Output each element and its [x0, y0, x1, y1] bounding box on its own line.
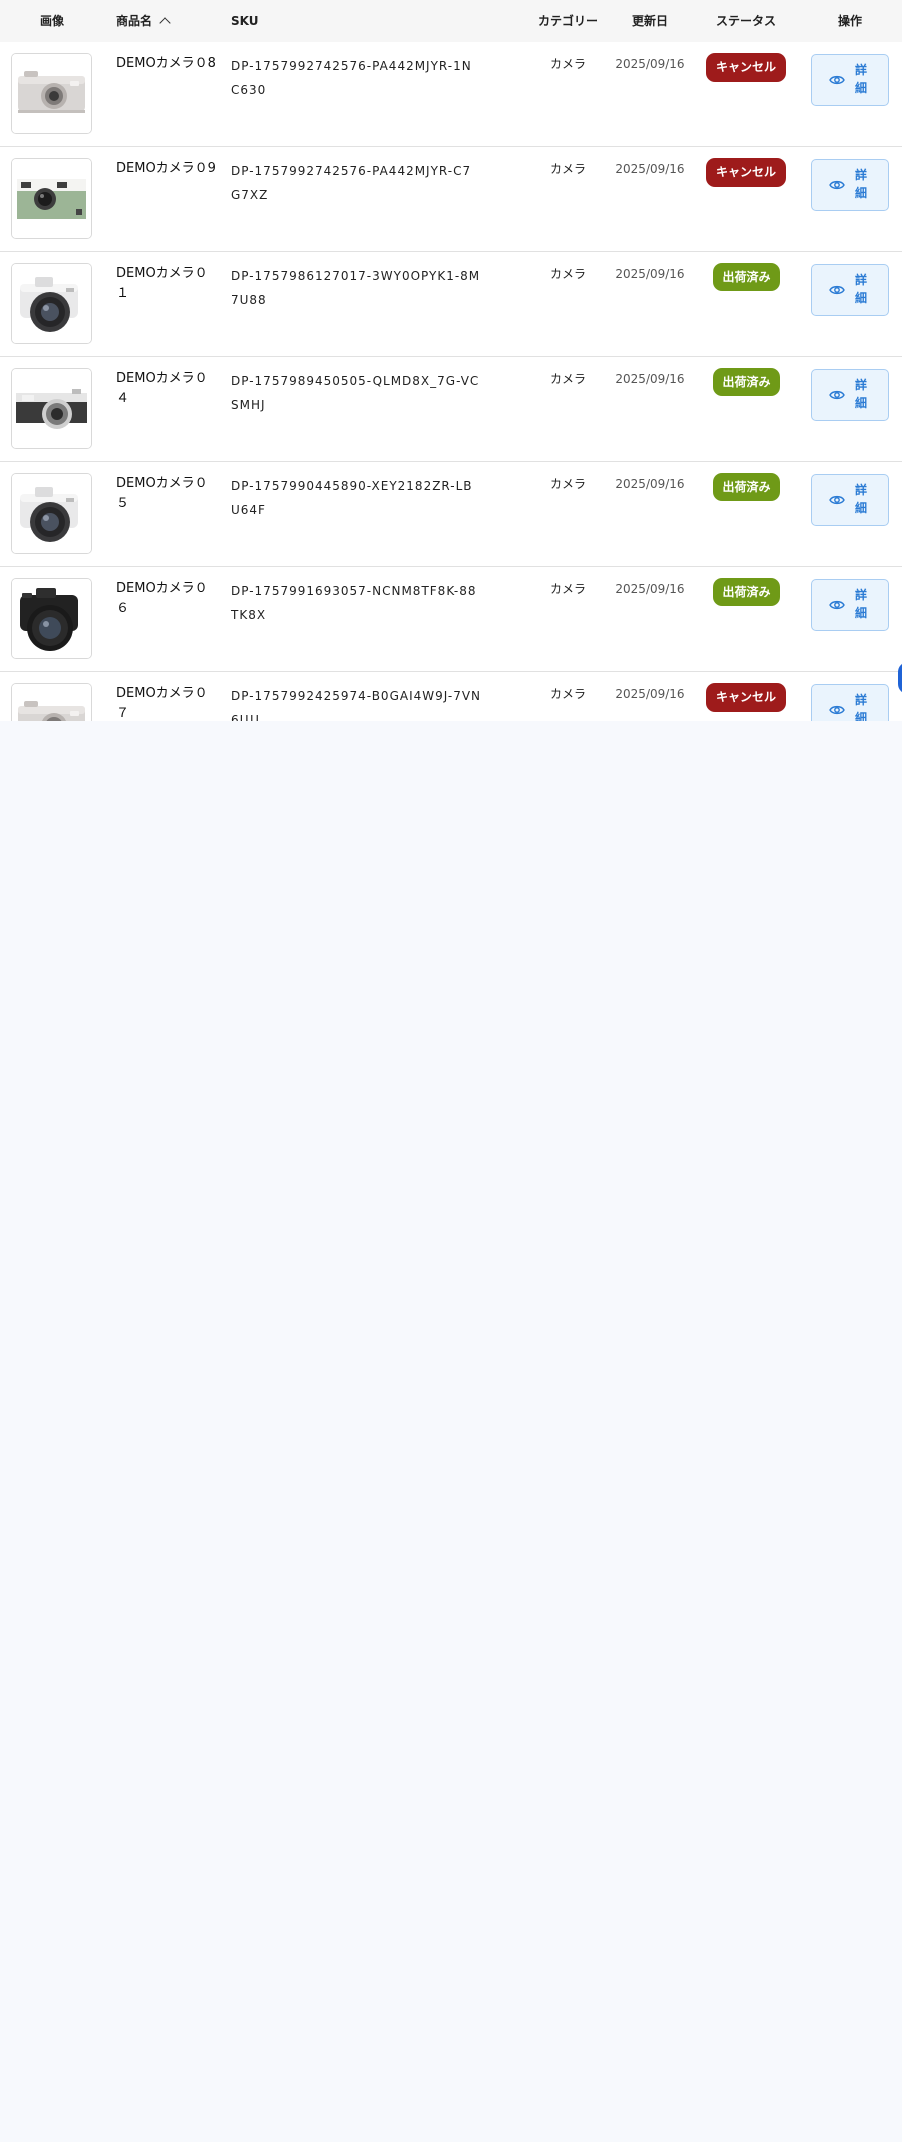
updated-date: 2025/09/16: [615, 582, 685, 596]
product-sku: DP-1757986127017-3WY0OPYK1-8M7U88: [231, 269, 481, 307]
eye-icon: [829, 75, 845, 85]
product-sku: DP-1757991693057-NCNM8TF8K-88TK8X: [231, 584, 477, 622]
status-badge: 出荷済み: [713, 473, 780, 501]
product-sku: DP-1757992742576-PA442MJYR-C7G7XZ: [231, 164, 472, 202]
column-header-category: カテゴリー: [537, 14, 598, 28]
detail-button-label: 詳細: [855, 693, 868, 721]
eye-icon: [829, 390, 845, 400]
eye-icon: [829, 495, 845, 505]
detail-button-label: 詳細: [855, 588, 868, 620]
product-name: DEMOカメラ０8: [116, 56, 216, 71]
product-name: DEMOカメラ０9: [116, 161, 216, 176]
detail-button[interactable]: 詳細: [811, 369, 889, 421]
product-name: DEMOカメラ０７: [116, 686, 208, 721]
product-thumbnail[interactable]: [11, 158, 92, 239]
camera-image: [12, 474, 91, 553]
detail-button-label: 詳細: [855, 483, 868, 515]
eye-icon: [829, 705, 845, 715]
updated-date: 2025/09/16: [615, 372, 685, 386]
column-header-sku: SKU: [231, 14, 259, 28]
detail-button[interactable]: 詳細: [811, 159, 889, 211]
table-row: DEMOカメラ０５ DP-1757990445890-XEY2182ZR-LBU6…: [0, 462, 902, 567]
column-header-image: 画像: [39, 14, 64, 28]
camera-image: [12, 159, 91, 238]
updated-date: 2025/09/16: [615, 477, 685, 491]
status-badge: キャンセル: [706, 53, 786, 82]
camera-image: [12, 579, 91, 658]
product-thumbnail[interactable]: [11, 263, 92, 344]
detail-button-label: 詳細: [855, 63, 868, 95]
product-category: カメラ: [549, 687, 586, 701]
camera-image: [12, 684, 91, 721]
detail-button[interactable]: 詳細: [811, 579, 889, 631]
table-row: DEMOカメラ０７ DP-1757992425974-B0GAI4W9J-7VN6…: [0, 672, 902, 721]
column-header-status: ステータス: [715, 14, 776, 28]
updated-date: 2025/09/16: [615, 162, 685, 176]
detail-button[interactable]: 詳細: [811, 264, 889, 316]
product-sku: DP-1757989450505-QLMD8X_7G-VCSMHJ: [231, 374, 480, 412]
table-body: DEMOカメラ０8 DP-1757992742576-PA442MJYR-1NC6…: [0, 42, 902, 721]
detail-button[interactable]: 詳細: [811, 684, 889, 721]
detail-button[interactable]: 詳細: [811, 474, 889, 526]
product-thumbnail[interactable]: [11, 53, 92, 134]
updated-date: 2025/09/16: [615, 267, 685, 281]
product-category: カメラ: [549, 267, 586, 281]
table-header: 画像 商品名 SKU カテゴリー 更新日 ステータス 操作: [0, 0, 902, 43]
status-badge: 出荷済み: [713, 263, 780, 291]
updated-date: 2025/09/16: [615, 57, 685, 71]
eye-icon: [829, 180, 845, 190]
product-category: カメラ: [549, 582, 586, 596]
product-thumbnail[interactable]: [11, 578, 92, 659]
floating-scroll-handle[interactable]: [898, 662, 902, 694]
status-badge: キャンセル: [706, 683, 786, 712]
table-row: DEMOカメラ０１ DP-1757986127017-3WY0OPYK1-8M7U…: [0, 252, 902, 357]
eye-icon: [829, 600, 845, 610]
column-header-action: 操作: [837, 14, 862, 28]
product-thumbnail[interactable]: [11, 683, 92, 721]
camera-image: [12, 54, 91, 133]
product-category: カメラ: [549, 162, 586, 176]
table-row: DEMOカメラ０8 DP-1757992742576-PA442MJYR-1NC6…: [0, 42, 902, 147]
detail-button-label: 詳細: [855, 378, 868, 410]
product-category: カメラ: [549, 477, 586, 491]
camera-image: [12, 369, 91, 448]
camera-image: [12, 264, 91, 343]
product-name: DEMOカメラ０１: [116, 266, 208, 301]
column-header-updated: 更新日: [631, 14, 668, 28]
table-row: DEMOカメラ０６ DP-1757991693057-NCNM8TF8K-88TK…: [0, 567, 902, 672]
column-header-name-label: 商品名: [116, 14, 153, 28]
status-badge: 出荷済み: [713, 578, 780, 606]
status-badge: キャンセル: [706, 158, 786, 187]
product-sku: DP-1757990445890-XEY2182ZR-LBU64F: [231, 479, 473, 517]
product-sku: DP-1757992742576-PA442MJYR-1NC630: [231, 59, 472, 97]
product-sku: DP-1757992425974-B0GAI4W9J-7VN6ЦЦ: [231, 689, 482, 721]
eye-icon: [829, 285, 845, 295]
product-category: カメラ: [549, 57, 586, 71]
product-name: DEMOカメラ０６: [116, 581, 208, 616]
detail-button[interactable]: 詳細: [811, 54, 889, 106]
table-row: DEMOカメラ０４ DP-1757989450505-QLMD8X_7G-VCSM…: [0, 357, 902, 462]
product-thumbnail[interactable]: [11, 473, 92, 554]
product-name: DEMOカメラ０４: [116, 371, 208, 406]
product-name: DEMOカメラ０５: [116, 476, 208, 511]
column-header-name[interactable]: 商品名: [116, 0, 216, 42]
product-category: カメラ: [549, 372, 586, 386]
status-badge: 出荷済み: [713, 368, 780, 396]
table-row: DEMOカメラ０9 DP-1757992742576-PA442MJYR-C7G7…: [0, 147, 902, 252]
product-thumbnail[interactable]: [11, 368, 92, 449]
updated-date: 2025/09/16: [615, 687, 685, 701]
product-table: 画像 商品名 SKU カテゴリー 更新日 ステータス 操作 DEMOカメラ０8 D…: [0, 0, 902, 721]
detail-button-label: 詳細: [855, 168, 868, 200]
chevron-up-icon[interactable]: [159, 17, 171, 29]
detail-button-label: 詳細: [855, 273, 868, 305]
